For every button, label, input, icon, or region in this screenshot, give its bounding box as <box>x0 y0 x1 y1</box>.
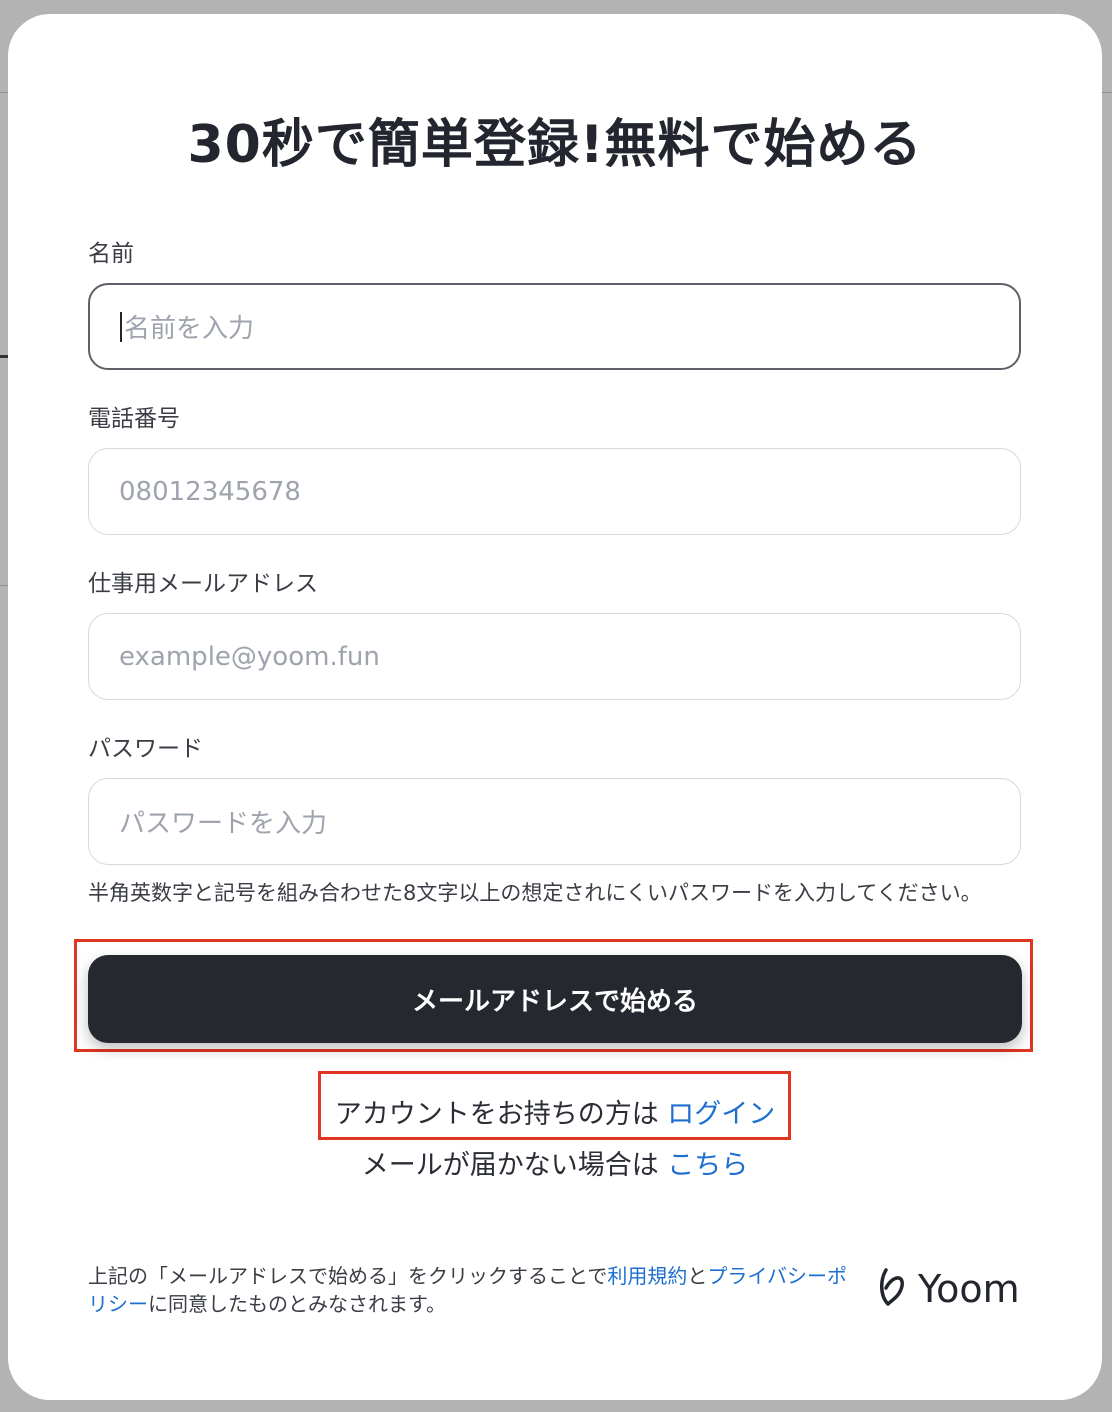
email-input[interactable]: example@yoom.fun <box>88 613 1021 700</box>
name-input[interactable]: 名前を入力 <box>88 283 1021 370</box>
resend-link[interactable]: こちら <box>667 1150 748 1181</box>
login-link[interactable]: ログイン <box>667 1099 775 1130</box>
yoom-logo-icon <box>876 1266 910 1312</box>
email-placeholder: example@yoom.fun <box>119 641 380 672</box>
phone-input[interactable]: 08012345678 <box>88 448 1021 535</box>
signup-modal: 30秒で簡単登録!無料で始める 名前 名前を入力 電話番号 0801234567… <box>8 14 1102 1400</box>
name-placeholder: 名前を入力 <box>124 314 255 344</box>
password-input[interactable]: パスワードを入力 <box>88 778 1021 865</box>
modal-title: 30秒で簡単登録!無料で始める <box>187 115 923 175</box>
terms-and: と <box>687 1264 708 1288</box>
phone-placeholder: 08012345678 <box>119 476 301 507</box>
resend-row: メールが届かない場合は こちら <box>8 1143 1102 1182</box>
password-label: パスワード <box>88 736 203 762</box>
terms-link[interactable]: 利用規約 <box>607 1264 687 1288</box>
name-label: 名前 <box>88 241 134 267</box>
login-prompt: アカウントをお持ちの方は <box>334 1099 668 1130</box>
terms-prefix: 上記の「メールアドレスで始める」をクリックすることで <box>88 1264 608 1288</box>
terms-note: 上記の「メールアドレスで始める」をクリックすることで利用規約とプライバシーポリシ… <box>88 1262 848 1318</box>
email-label: 仕事用メールアドレス <box>88 571 318 597</box>
start-with-email-button[interactable]: メールアドレスで始める <box>88 955 1022 1043</box>
terms-suffix: に同意したものとみなされます。 <box>148 1292 446 1316</box>
yoom-logo-text: Yoom <box>918 1267 1020 1311</box>
login-row: アカウントをお持ちの方は ログイン <box>8 1092 1102 1131</box>
text-caret <box>120 311 122 342</box>
password-placeholder: パスワードを入力 <box>119 809 328 839</box>
password-hint: 半角英数字と記号を組み合わせた8文字以上の想定されにくいパスワードを入力してくだ… <box>88 881 982 905</box>
resend-prompt: メールが届かない場合は <box>361 1150 668 1181</box>
yoom-logo: Yoom <box>876 1266 1020 1312</box>
phone-label: 電話番号 <box>88 406 180 432</box>
